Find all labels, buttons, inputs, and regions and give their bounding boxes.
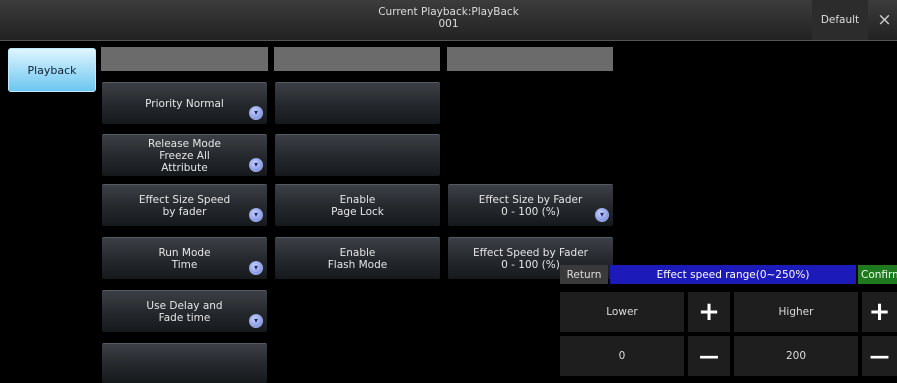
title-line-1: Current Playback:PlayBack [378,6,519,18]
lower-plus-icon[interactable]: + [688,292,730,332]
higher-plus-icon[interactable]: + [862,292,897,332]
chevron-down-icon[interactable]: ▾ [249,261,263,275]
effect-size-fader-button[interactable]: Effect Size by Fader 0 - 100 (%) ▾ [448,184,613,226]
tab-playback[interactable]: Playback [8,48,96,92]
column-header-2 [274,47,440,71]
default-button[interactable]: Default [812,0,868,40]
delay-fade-button[interactable]: Use Delay and Fade time ▾ [102,290,267,332]
empty-button[interactable] [102,343,267,383]
empty-button[interactable] [275,134,440,176]
chevron-down-icon[interactable]: ▾ [249,158,263,172]
return-button[interactable]: Return [560,265,608,284]
priority-label: Priority Normal [145,97,224,110]
run-mode-button[interactable]: Run Mode Time ▾ [102,237,267,279]
chevron-down-icon[interactable]: ▾ [249,208,263,222]
effect-speed-range-dialog: Return Effect speed range(0~250%) Confir… [560,265,897,383]
current-playback-title: Current Playback:PlayBack 001 [0,6,897,30]
higher-minus-icon[interactable]: — [862,336,897,376]
effect-size-speed-label: Effect Size Speed by fader [138,193,231,218]
priority-button[interactable]: Priority Normal ▾ [102,82,267,124]
release-mode-label: Release Mode Freeze All Attribute [148,137,221,174]
column-header-3 [447,47,613,71]
page-lock-label: Enable Page Lock [331,193,384,218]
lower-minus-icon[interactable]: — [688,336,730,376]
column-header-1 [101,47,268,71]
release-mode-button[interactable]: Release Mode Freeze All Attribute ▾ [102,134,267,176]
chevron-down-icon[interactable]: ▾ [249,106,263,120]
page-lock-button[interactable]: Enable Page Lock [275,184,440,226]
empty-button[interactable] [275,82,440,124]
higher-label: Higher [734,292,858,332]
run-mode-label: Run Mode Time [158,246,211,271]
confirm-button[interactable]: Confirm [858,265,897,284]
effect-size-fader-label: Effect Size by Fader 0 - 100 (%) [478,193,583,218]
effect-size-speed-button[interactable]: Effect Size Speed by fader ▾ [102,184,267,226]
close-icon[interactable]: × [872,0,897,40]
higher-value-field[interactable]: 200 [734,336,858,376]
title-bar: Current Playback:PlayBack 001 Default × [0,0,897,41]
chevron-down-icon[interactable]: ▾ [249,314,263,328]
delay-fade-label: Use Delay and Fade time [146,299,223,324]
flash-mode-button[interactable]: Enable Flash Mode [275,237,440,279]
lower-label: Lower [560,292,684,332]
title-line-2: 001 [438,18,459,30]
lower-value-field[interactable]: 0 [560,336,684,376]
flash-mode-label: Enable Flash Mode [327,246,388,271]
chevron-down-icon[interactable]: ▾ [595,208,609,222]
dialog-title: Effect speed range(0~250%) [610,265,856,284]
